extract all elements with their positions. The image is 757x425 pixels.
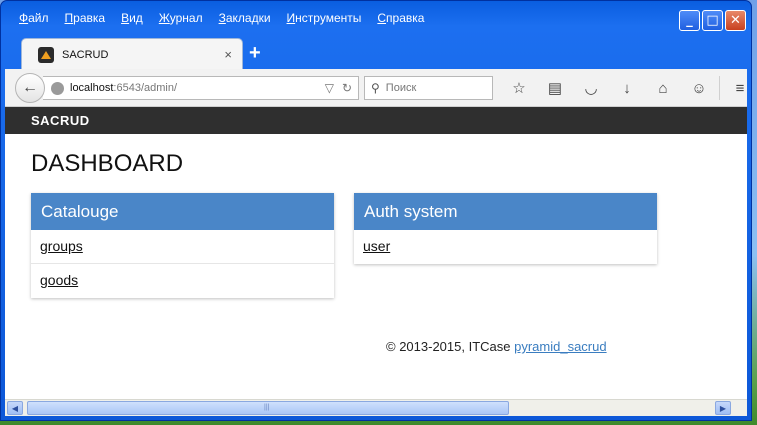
panel-title: Catalouge — [31, 193, 334, 230]
pocket-icon[interactable]: ◡ — [573, 76, 609, 100]
reading-list-icon[interactable]: ▤ — [537, 76, 573, 100]
panel-title: Auth system — [354, 193, 657, 230]
menu-bar: Файл Правка Вид Журнал Закладки Инструме… — [11, 9, 432, 29]
menu-history[interactable]: Журнал — [151, 9, 211, 29]
app-brand-bar: SACRUD — [5, 107, 747, 134]
menu-edit[interactable]: Правка — [57, 9, 114, 29]
list-item: goods — [31, 264, 334, 298]
menu-help[interactable]: Справка — [369, 9, 432, 29]
minimize-button[interactable]: _ — [679, 10, 700, 31]
scrollbar-thumb[interactable]: ||| — [27, 401, 509, 415]
back-arrow-icon: ← — [22, 79, 38, 96]
close-window-button[interactable]: ✕ — [725, 10, 746, 31]
link-groups[interactable]: groups — [40, 238, 83, 254]
back-button[interactable]: ← — [15, 73, 45, 103]
tab-close-icon[interactable]: × — [224, 47, 232, 62]
home-icon[interactable]: ⌂ — [645, 76, 681, 100]
url-host: localhost — [70, 82, 114, 94]
tab-title: SACRUD — [62, 48, 109, 61]
list-item: user — [354, 230, 657, 264]
link-user[interactable]: user — [363, 238, 390, 254]
reload-icon[interactable]: ↻ — [342, 81, 352, 95]
globe-icon — [51, 81, 64, 95]
horizontal-scrollbar[interactable]: ◀ ||| ▶ — [5, 399, 747, 416]
chat-icon[interactable]: ☺ — [681, 76, 717, 100]
dropdown-arrow-icon[interactable]: ▽ — [325, 81, 334, 95]
link-goods[interactable]: goods — [40, 272, 78, 288]
url-actions: ▽ ↻ — [325, 81, 358, 95]
toolbar-divider — [719, 76, 720, 100]
scroll-right-button[interactable]: ▶ — [715, 401, 731, 415]
page-title: DASHBOARD — [31, 150, 184, 177]
copyright-text: © 2013-2015, ITCase — [386, 339, 515, 354]
star-icon[interactable]: ☆ — [501, 76, 537, 100]
url-path: :6543/admin/ — [113, 82, 178, 94]
scroll-left-button[interactable]: ◀ — [7, 401, 23, 415]
app-brand[interactable]: SACRUD — [31, 113, 90, 128]
search-placeholder: Поиск — [385, 82, 417, 94]
tab-strip: SACRUD × + — [5, 35, 747, 70]
menu-icon[interactable]: ≡ — [722, 76, 757, 100]
menu-view[interactable]: Вид — [113, 9, 151, 29]
tab-sacrud[interactable]: SACRUD × — [21, 38, 243, 70]
search-input[interactable]: ⚲ Поиск — [364, 76, 493, 100]
toolbar-icons: ☆ ▤ ◡ ↓ ⌂ ☺ ≡ — [501, 76, 757, 100]
sacrud-favicon-icon — [38, 46, 54, 63]
window-controls: _ □ ✕ — [679, 10, 746, 31]
search-icon: ⚲ — [371, 81, 380, 95]
menu-file[interactable]: Файл — [11, 9, 57, 29]
maximize-button[interactable]: □ — [702, 10, 723, 31]
grip-icon: ||| — [264, 404, 270, 411]
navigation-toolbar: localhost :6543/admin/ ▽ ↻ ← ⚲ Поиск ☆ ▤… — [5, 69, 747, 107]
page-viewport: SACRUD DASHBOARD Catalouge groups goods … — [5, 107, 747, 399]
new-tab-button[interactable]: + — [249, 43, 261, 63]
download-icon[interactable]: ↓ — [609, 76, 645, 100]
menu-tools[interactable]: Инструменты — [279, 9, 370, 29]
panel-catalouge: Catalouge groups goods — [31, 193, 334, 298]
browser-window: Файл Правка Вид Журнал Закладки Инструме… — [0, 0, 752, 421]
panel-auth-system: Auth system user — [354, 193, 657, 264]
menu-bookmarks[interactable]: Закладки — [211, 9, 279, 29]
page-footer: © 2013-2015, ITCase pyramid_sacrud — [386, 339, 607, 354]
footer-link[interactable]: pyramid_sacrud — [514, 339, 607, 354]
address-bar[interactable]: localhost :6543/admin/ ▽ ↻ — [43, 76, 359, 100]
list-item: groups — [31, 230, 334, 264]
